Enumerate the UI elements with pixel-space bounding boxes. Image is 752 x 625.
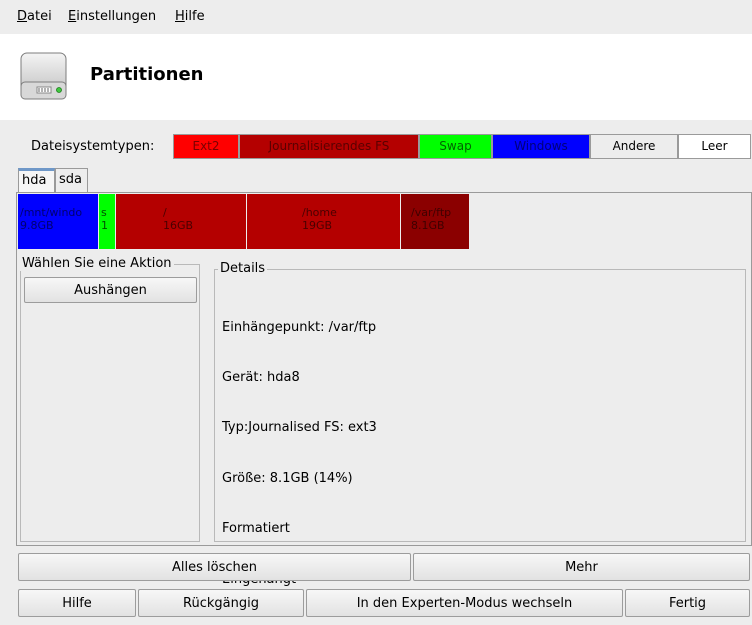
- details-group-title: Details: [218, 261, 268, 276]
- menu-datei[interactable]: Datei: [17, 9, 52, 24]
- legend-ext2: Ext2: [173, 134, 239, 159]
- action-group-title: Wählen Sie eine Aktion: [20, 256, 174, 271]
- partition-swap[interactable]: s 1: [99, 194, 115, 249]
- help-button[interactable]: Hilfe: [18, 589, 136, 617]
- menu-einstellungen[interactable]: Einstellungen: [68, 9, 156, 24]
- legend-windows: Windows: [492, 134, 590, 159]
- action-group: [20, 264, 200, 542]
- undo-button[interactable]: Rückgängig: [138, 589, 304, 617]
- partition-mount: /: [163, 206, 167, 219]
- partition-size: 8.1GB: [411, 219, 445, 232]
- menu-bar: Datei Einstellungen Hilfe: [0, 0, 752, 34]
- detail-device: Gerät: hda8: [222, 369, 300, 385]
- page-title: Partitionen: [90, 64, 204, 85]
- partition-root[interactable]: / 16GB: [116, 194, 246, 249]
- done-button[interactable]: Fertig: [625, 589, 750, 617]
- legend-journalised-fs: Journalisierendes FS: [239, 134, 419, 159]
- clear-all-button[interactable]: Alles löschen: [18, 553, 411, 581]
- partition-windows[interactable]: /mnt/windo 9.8GB: [18, 194, 98, 249]
- partition-mount: /var/ftp: [411, 206, 452, 219]
- legend-swap: Swap: [419, 134, 492, 159]
- more-button[interactable]: Mehr: [413, 553, 750, 581]
- tab-sda[interactable]: sda: [55, 168, 88, 192]
- partition-size: 19GB: [302, 219, 333, 232]
- partition-size: 16GB: [163, 219, 194, 232]
- partition-home[interactable]: /home 19GB: [247, 194, 400, 249]
- partition-mount: /mnt/windo: [20, 206, 83, 219]
- legend-other: Andere: [590, 134, 678, 159]
- legend-empty: Leer: [678, 134, 751, 159]
- unmount-button[interactable]: Aushängen: [24, 277, 197, 303]
- detail-size: Größe: 8.1GB (14%): [222, 470, 353, 486]
- detail-type: Typ:Journalised FS: ext3: [222, 420, 377, 436]
- partition-mount: s: [101, 206, 107, 219]
- detail-formatted: Formatiert: [222, 521, 290, 537]
- partition-var-ftp[interactable]: /var/ftp 8.1GB: [401, 194, 469, 249]
- tab-hda[interactable]: hda: [18, 168, 55, 192]
- partition-size: 9.8GB: [20, 219, 54, 232]
- fs-types-label: Dateisystemtypen:: [31, 139, 155, 154]
- menu-hilfe[interactable]: Hilfe: [175, 9, 205, 24]
- expert-mode-button[interactable]: In den Experten-Modus wechseln: [306, 589, 623, 617]
- hard-disk-icon: [20, 52, 68, 102]
- partition-size: 1: [101, 219, 108, 232]
- detail-mount-point: Einhängepunkt: /var/ftp: [222, 319, 377, 335]
- partition-mount: /home: [302, 206, 337, 219]
